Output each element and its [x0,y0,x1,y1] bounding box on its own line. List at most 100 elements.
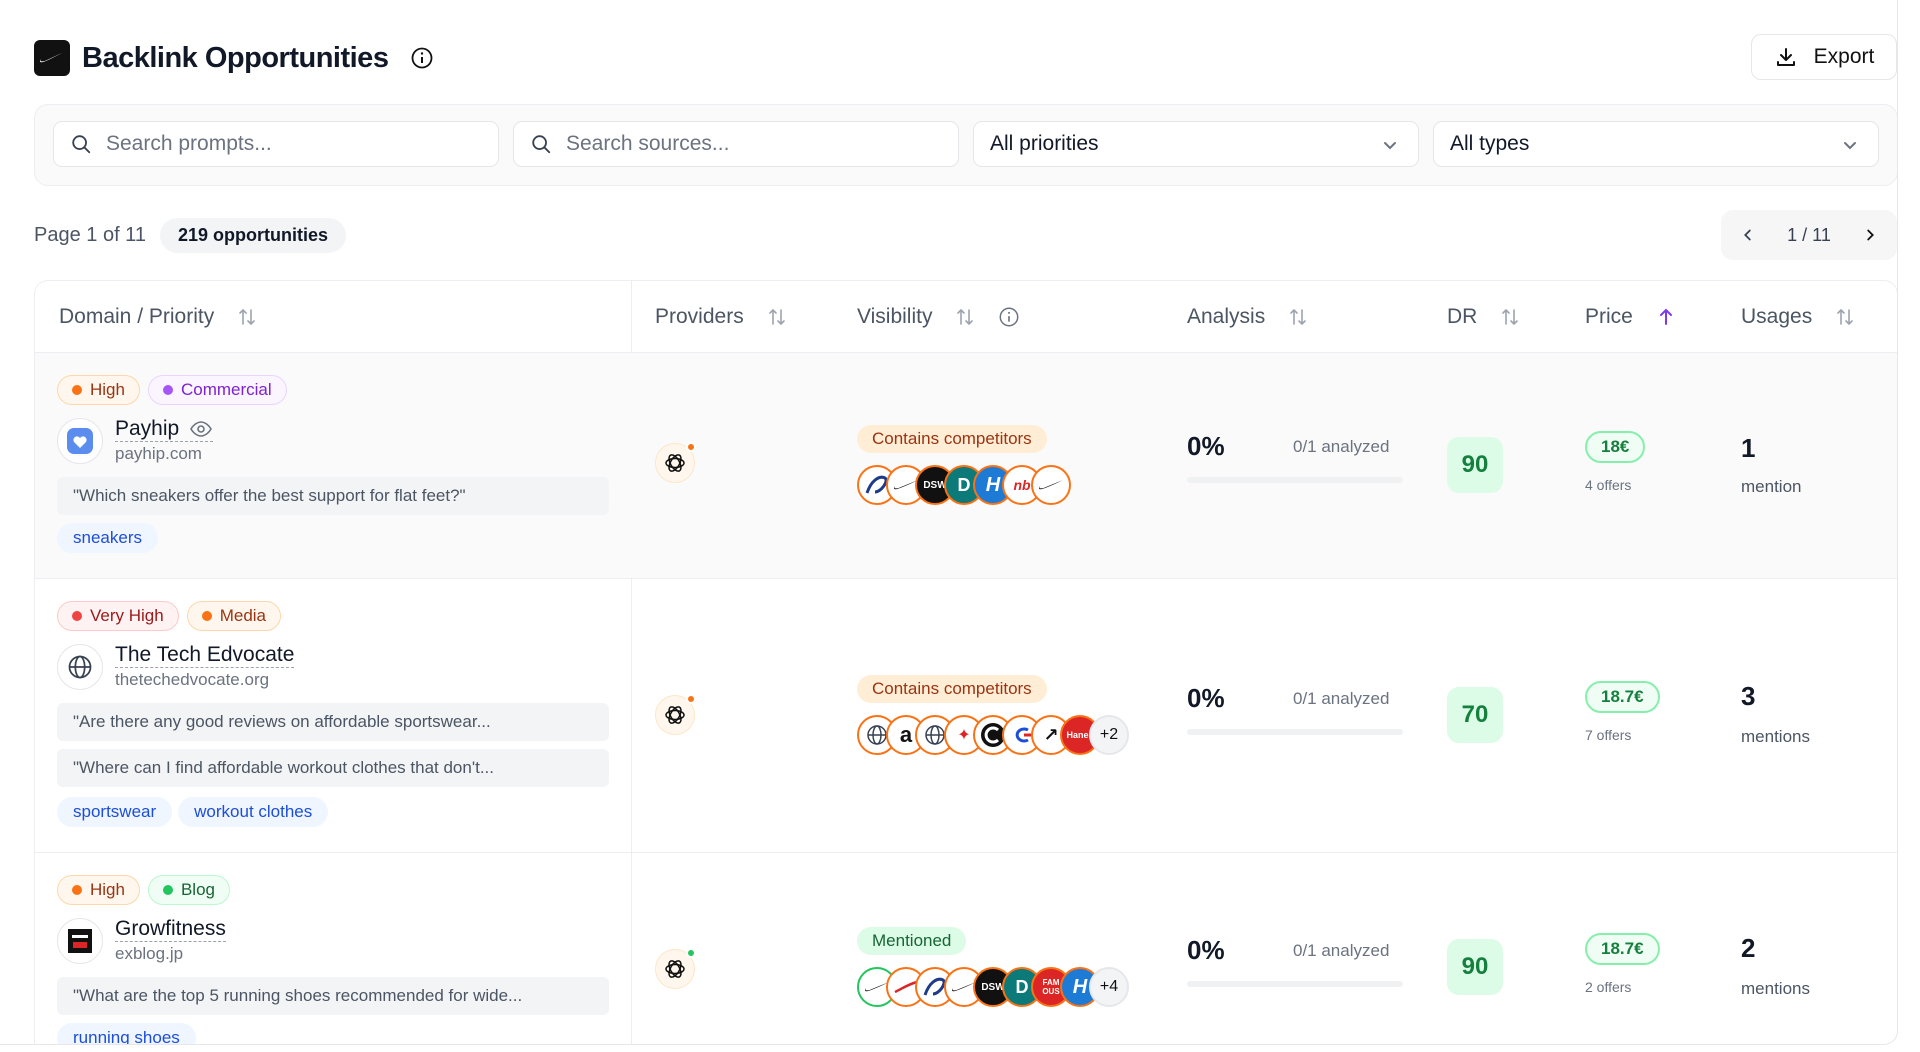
site-name-link[interactable]: Growfitness [115,917,226,942]
priority-label: High [90,380,125,399]
keyword-tag[interactable]: sportswear [57,797,173,827]
site-info: The Tech Edvocate thetechedvocate.org [57,643,295,690]
site-name: Growfitness [115,917,226,940]
provider-openai[interactable] [655,694,696,735]
usages-label: mention [1741,477,1802,496]
price-badge[interactable]: 18€ [1585,431,1646,463]
site-info: Payhip payhip.com [57,417,214,464]
search-prompts-placeholder: Search prompts... [106,132,272,155]
pager: 1 / 11 [1721,210,1897,260]
type-badge: Commercial [147,375,287,405]
type-select[interactable]: All types [1433,121,1879,167]
dr-score: 90 [1447,939,1503,995]
search-sources-placeholder: Search sources... [566,132,730,155]
keyword-tag[interactable]: running shoes [57,1023,196,1044]
more-avatars-count[interactable]: +2 [1089,715,1129,755]
competitor-avatars: DSW D FAM OUS H +4 [857,967,1129,1007]
sort-icon [239,308,256,326]
search-prompts-input[interactable]: Search prompts... [53,121,499,167]
column-usages[interactable]: Usages [1741,305,1856,329]
column-domain[interactable]: Domain / Priority [59,305,258,329]
column-usages-label: Usages [1741,305,1813,328]
priority-badge: Very High [57,601,179,631]
keyword-tags: running shoes [57,1023,196,1044]
site-favicon [57,417,103,464]
priority-select-value: All priorities [990,132,1099,155]
column-price[interactable]: Price [1585,305,1677,329]
table-row[interactable]: High Commercial Payhip payhip.com "Which… [35,353,1897,579]
analysis-progress-bar [1187,981,1403,987]
keyword-tags: sportswear workout clothes [57,797,329,827]
chevron-left-icon[interactable] [1739,226,1757,244]
sort-icon [1290,308,1307,326]
info-icon[interactable] [998,306,1020,328]
site-name: Payhip [115,417,180,440]
download-icon [1776,48,1795,66]
site-name-link[interactable]: Payhip [115,417,214,442]
opportunities-table: Domain / Priority Providers Visibility A… [34,280,1897,1044]
page-header: Backlink Opportunities Export [34,34,1897,82]
analysis-progress-bar [1187,477,1403,483]
chevron-down-icon [1384,142,1396,150]
row-badges: High Blog [57,875,230,905]
row-badges: Very High Media [57,601,282,631]
keyword-tag[interactable]: workout clothes [178,797,329,827]
type-label: Commercial [180,380,272,399]
filter-bar: Search prompts... Search sources... All … [34,104,1897,186]
column-visibility[interactable]: Visibility [857,305,1020,329]
column-providers[interactable]: Providers [655,305,788,329]
dr-score: 90 [1447,437,1503,493]
keyword-tag[interactable]: sneakers [57,523,158,553]
chevron-right-icon[interactable] [1861,226,1879,244]
column-analysis-label: Analysis [1187,305,1266,328]
openai-icon [665,960,685,978]
search-sources-input[interactable]: Search sources... [513,121,959,167]
more-avatars-count[interactable]: +4 [1089,967,1129,1007]
priority-label: Very High [90,606,164,625]
usages-count: 2 [1741,933,1756,963]
priority-label: High [90,880,125,899]
sort-icon [957,308,974,326]
site-domain: payhip.com [115,444,202,463]
search-icon [532,135,551,154]
provider-openai[interactable] [655,948,696,989]
column-price-label: Price [1585,305,1633,328]
table-row[interactable]: High Blog Growfitness exblog.jp "What ar… [35,853,1897,1044]
site-domain: thetechedvocate.org [115,670,270,689]
table-row[interactable]: Very High Media The Tech Edvocate thetec… [35,579,1897,853]
row-badges: High Commercial [57,375,287,405]
priority-badge: High [57,875,140,905]
usages-count: 3 [1741,681,1756,711]
visibility-label: Contains competitors [857,425,1047,453]
page: Backlink Opportunities Export Search pro… [0,0,1898,1045]
column-analysis[interactable]: Analysis [1187,305,1309,329]
column-dr-label: DR [1447,305,1478,328]
site-name-link[interactable]: The Tech Edvocate [115,643,295,668]
column-domain-label: Domain / Priority [59,305,215,328]
export-button[interactable]: Export [1751,34,1897,80]
provider-openai[interactable] [655,442,696,483]
info-icon[interactable] [410,46,434,70]
analysis-percent: 0% [1187,431,1225,461]
type-badge: Media [186,601,282,631]
analysis-percent: 0% [1187,935,1225,965]
prompt-snippet: "Where can I find affordable workout clo… [57,749,609,787]
usages-count: 1 [1741,433,1756,463]
brand-logo [34,40,70,76]
priority-select[interactable]: All priorities [973,121,1419,167]
keyword-tags: sneakers [57,523,158,553]
price-badge[interactable]: 18.7€ [1585,681,1660,713]
competitor-avatars: a ✦ ↗ Hanes +2 [857,715,1129,755]
search-icon [72,135,91,154]
export-label: Export [1813,45,1875,68]
column-dr[interactable]: DR [1447,305,1521,329]
site-domain: exblog.jp [115,944,184,963]
site-info: Growfitness exblog.jp [57,917,226,964]
page-info: Page 1 of 11 219 opportunities [34,218,346,253]
price-badge[interactable]: 18.7€ [1585,933,1660,965]
visibility-label: Mentioned [857,927,967,955]
chevron-down-icon [1844,142,1856,150]
eye-icon[interactable] [189,419,213,439]
analysis-percent: 0% [1187,683,1225,713]
type-select-value: All types [1450,132,1530,155]
